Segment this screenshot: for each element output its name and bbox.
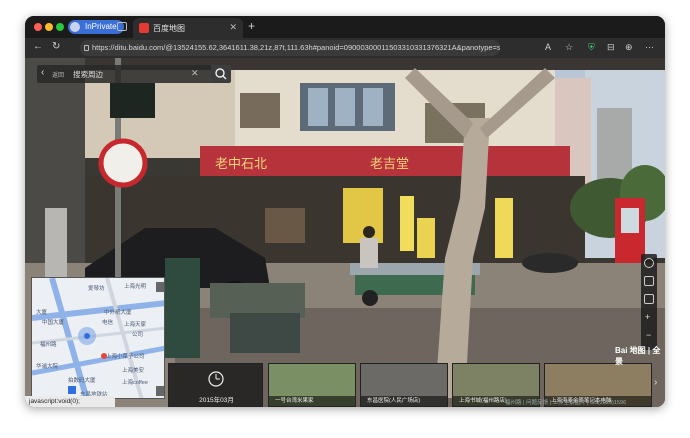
inprivate-label: InPrivate bbox=[85, 22, 117, 31]
tab-baidu-map[interactable]: 百度地图 ✕ bbox=[133, 18, 243, 38]
footer-link[interactable]: 福州路 bbox=[505, 400, 522, 406]
share-icon[interactable] bbox=[644, 294, 654, 304]
clear-search-icon[interactable]: ✕ bbox=[191, 68, 199, 79]
minimap-label: 上海天家 bbox=[124, 322, 147, 328]
zoom-in-button[interactable]: + bbox=[645, 312, 650, 322]
lock-icon bbox=[84, 45, 89, 51]
street-view-page: 老中石北 老吉堂 ‹ 返回 搜索周边 ✕ 爱琴坊 上海光明 中外纸大厦 上海天家… bbox=[25, 58, 665, 407]
new-tab-button[interactable]: + bbox=[248, 19, 255, 33]
date-label: 2015年03月 bbox=[199, 397, 234, 404]
shop-sign-left: 老中石北 bbox=[215, 157, 267, 172]
minimap-label: 中国大厦 bbox=[42, 320, 65, 326]
search-box: ‹ 返回 ✕ bbox=[37, 65, 231, 83]
minimap-label: 福州路 bbox=[40, 342, 57, 348]
thumb-caption: 一号台湾米果家 bbox=[269, 396, 355, 406]
tab-actions-icon[interactable] bbox=[117, 22, 127, 31]
minimap-label: 中外纸大厦 bbox=[104, 310, 132, 316]
split-screen-icon[interactable]: ⊟ bbox=[607, 42, 615, 53]
url-field[interactable]: https://ditu.baidu.com/@13524155.62,3641… bbox=[80, 40, 500, 56]
footer-link: GS(2020)1596 bbox=[590, 400, 627, 406]
nearby-thumb[interactable]: 东昌医院(人民广场店) bbox=[360, 363, 448, 407]
view-tools: + − bbox=[641, 254, 657, 350]
search-icon bbox=[215, 68, 227, 80]
zoom-out-button[interactable]: − bbox=[646, 330, 651, 340]
footer-link[interactable]: 问题反馈 bbox=[526, 400, 548, 406]
status-bar: javascript:void(0); bbox=[25, 396, 115, 407]
minimap-label: 爱琴坊 bbox=[88, 286, 105, 292]
browser-window: InPrivate 百度地图 ✕ + ← ↻ https://ditu.baid… bbox=[25, 16, 665, 407]
footer-links: 福州路 | 问题反馈 | 上传全景图片 | GS(2020)1596 bbox=[505, 400, 627, 406]
favorite-star-icon[interactable]: ☆ bbox=[565, 42, 573, 53]
baidu-panorama-logo: Bai 地图 | 全景 bbox=[615, 346, 661, 366]
mini-map[interactable]: 爱琴坊 上海光明 中外纸大厦 上海天家 大厦 电信 公司 中国大厦 上海小菜子公… bbox=[31, 277, 165, 399]
minimap-label: 拍数码大厦 bbox=[68, 378, 96, 384]
collections-icon[interactable]: ⊕ bbox=[625, 42, 633, 53]
address-bar-row: ← ↻ https://ditu.baidu.com/@13524155.62,… bbox=[25, 38, 665, 58]
back-button[interactable]: ← bbox=[33, 41, 43, 52]
minimap-label: 上海光明 bbox=[124, 284, 147, 290]
tab-bar: InPrivate 百度地图 ✕ + bbox=[25, 16, 665, 38]
avatar bbox=[70, 22, 80, 32]
url-text: https://ditu.baidu.com/@13524155.62,3641… bbox=[92, 43, 500, 52]
footer-link[interactable]: 上传全景图片 bbox=[553, 400, 586, 406]
search-button[interactable] bbox=[211, 65, 231, 83]
shop-sign-right: 老吉堂 bbox=[370, 157, 409, 172]
minimap-label: 大厦 bbox=[36, 310, 48, 316]
reader-mode-icon[interactable]: A bbox=[545, 42, 551, 52]
close-window-button[interactable] bbox=[34, 23, 42, 31]
more-menu-icon[interactable]: ⋯ bbox=[645, 42, 654, 53]
minimap-label: 公司 bbox=[132, 332, 144, 338]
baidu-favicon-icon bbox=[139, 23, 149, 33]
minimap-label: 华浦大院 bbox=[36, 364, 59, 370]
nearby-thumb[interactable]: 一号台湾米果家 bbox=[268, 363, 356, 407]
minimap-label: 上海coffee bbox=[122, 380, 148, 386]
maximize-window-button[interactable] bbox=[56, 23, 64, 31]
back-label[interactable]: 返回 bbox=[52, 70, 64, 79]
camera-icon[interactable] bbox=[644, 276, 654, 286]
timeline-date-thumb[interactable]: 2015年03月 bbox=[168, 363, 263, 407]
tab-title: 百度地图 bbox=[153, 24, 185, 33]
back-arrow-icon[interactable]: ‹ bbox=[41, 67, 44, 78]
minimap-label: 电信 bbox=[102, 320, 114, 326]
search-input[interactable] bbox=[73, 68, 183, 80]
shield-icon[interactable]: ⛨ bbox=[588, 42, 595, 53]
minimap-label: 上海美安 bbox=[122, 368, 145, 374]
inprivate-badge[interactable]: InPrivate bbox=[68, 20, 124, 34]
minimize-window-button[interactable] bbox=[45, 23, 53, 31]
next-thumbs-icon[interactable]: › bbox=[654, 377, 657, 388]
tab-close-icon[interactable]: ✕ bbox=[229, 22, 237, 33]
search-nearby-icon[interactable] bbox=[644, 258, 654, 268]
minimap-label: 上海小菜子公司 bbox=[106, 354, 145, 360]
thumb-caption: 东昌医院(人民广场店) bbox=[361, 396, 447, 406]
reload-button[interactable]: ↻ bbox=[52, 41, 60, 52]
